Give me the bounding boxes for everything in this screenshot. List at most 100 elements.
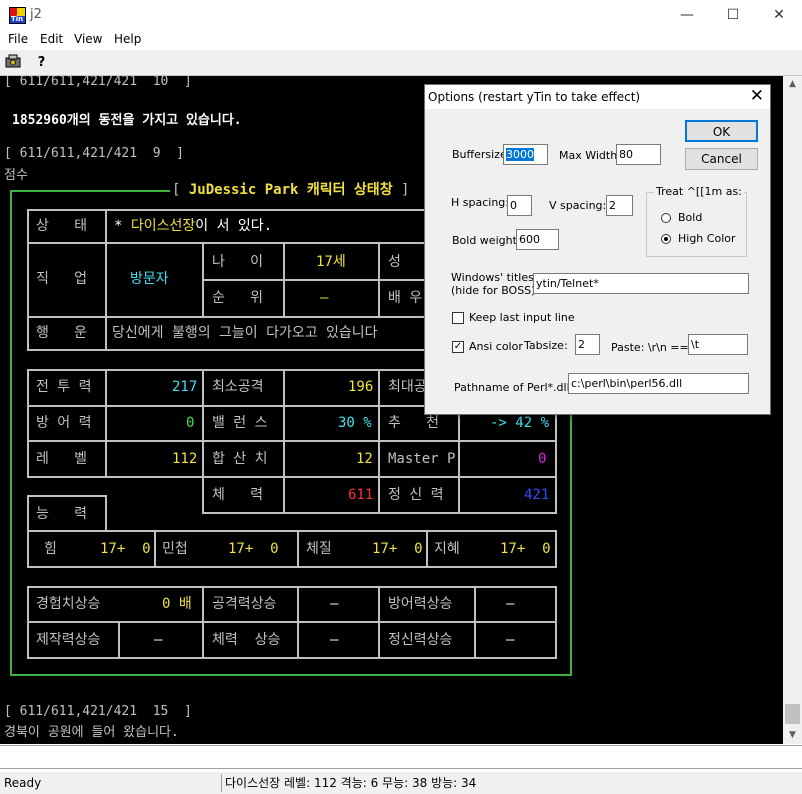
ytin-icon: Tin [9, 7, 26, 24]
def-up-value: — [506, 596, 515, 612]
cancel-button[interactable]: Cancel [685, 148, 758, 170]
recommend-label: 추 천 [388, 415, 440, 431]
buffersize-input[interactable]: 3000 [503, 144, 548, 165]
luck-value: 당신에게 불행의 그늘이 다가오고 있습니다 [112, 325, 378, 341]
exp-up-value: 0 배 [162, 596, 192, 612]
score-line: 점수 [4, 168, 28, 183]
perl-path-label: Pathname of Perl*.dll: [454, 381, 574, 394]
prompt-line: [ 611/611,421/421 9 ] [4, 146, 185, 161]
buffersize-label: Buffersize [452, 148, 507, 161]
menu-edit[interactable]: Edit [40, 32, 63, 46]
dialog-title: Options (restart yTin to take effect) [428, 90, 641, 104]
tabsize-label: Tabsize: [524, 339, 568, 352]
wis-value: 17+ 0 [500, 541, 551, 557]
job-value: 방문자 [130, 271, 169, 287]
close-window-button[interactable]: ✕ [756, 0, 802, 30]
str-value: 17+ 0 [100, 541, 151, 557]
status-window-title: [ JuDessic Park 캐릭터 상태창 ] [172, 182, 410, 198]
atk-up-label: 공격력상승 [212, 596, 277, 612]
options-icon[interactable] [3, 53, 22, 72]
keep-last-checkbox[interactable] [452, 312, 464, 324]
mp-value: 421 [524, 487, 550, 503]
boldweight-label: Bold weight: [452, 234, 521, 247]
minimize-button[interactable]: — [664, 0, 710, 30]
combat-label: 전 투 력 [36, 379, 92, 395]
menu-help[interactable]: Help [114, 32, 141, 46]
bold-radio[interactable] [661, 213, 671, 223]
maxwidth-input[interactable]: 80 [616, 144, 661, 165]
dialog-close-icon[interactable]: ✕ [750, 86, 764, 106]
wintitles-label: Windows' titles: (hide for BOSS) [451, 271, 538, 297]
defense-label: 방 어 력 [36, 415, 92, 431]
hspacing-label: H spacing: [451, 196, 509, 209]
prompt-line: [ 611/611,421/421 15 ] [4, 704, 192, 719]
highcolor-radio[interactable] [661, 234, 671, 244]
maxwidth-label: Max Width [559, 149, 618, 162]
message-line: 경북이 공원에 들어 왔습니다. [4, 725, 179, 740]
paste-input[interactable]: \t [688, 334, 748, 355]
def-up-label: 방어력상승 [388, 596, 453, 612]
wintitles-input[interactable]: ytin/Telnet* [533, 273, 749, 294]
recommend-value: -> 42 % [490, 415, 550, 431]
perl-path-input[interactable]: c:\perl\bin\perl56.dll [568, 373, 749, 394]
exp-up-label: 경험치상승 [36, 596, 101, 612]
ability-label: 능 력 [36, 506, 88, 522]
status-bar: Ready 다이스선장 레벨: 112 격능: 6 무능: 38 방능: 34 [0, 772, 802, 794]
ok-button[interactable]: OK [685, 120, 758, 142]
money-line: 1852960개의 동전을 가지고 있습니다. [12, 113, 242, 128]
command-input[interactable] [0, 745, 802, 769]
status-value: * 다이스선장이 서 있다. [114, 218, 273, 234]
hp-up-value: — [330, 632, 339, 648]
highcolor-option-label: High Color [678, 232, 736, 245]
max-attack-label: 최대공 [388, 379, 427, 395]
tabsize-input[interactable]: 2 [575, 334, 600, 355]
help-icon[interactable]: ? [32, 53, 51, 72]
rank-label: 순 위 [212, 290, 264, 306]
maximize-button[interactable]: ☐ [710, 0, 756, 30]
min-attack-value: 196 [348, 379, 374, 395]
craft-up-label: 제작력상승 [36, 632, 101, 648]
job-label: 직 업 [36, 271, 88, 287]
age-value: 17세 [316, 254, 346, 270]
keep-last-label: Keep last input line [469, 311, 575, 324]
total-label: 합 산 치 [212, 451, 268, 467]
dex-label: 민첩 [162, 541, 188, 557]
rank-value: — [320, 290, 329, 306]
str-label: 힘 [44, 541, 57, 557]
status-info: 다이스선장 레벨: 112 격능: 6 무능: 38 방능: 34 [225, 776, 477, 790]
dex-value: 17+ 0 [228, 541, 279, 557]
con-label: 체질 [306, 541, 332, 557]
combat-value: 217 [172, 379, 198, 395]
ansi-color-label: Ansi color [469, 340, 523, 353]
dialog-title-bar: Options (restart yTin to take effect) ✕ [425, 85, 770, 109]
scroll-up-icon[interactable]: ▲ [783, 76, 802, 93]
level-label: 레 벨 [36, 451, 88, 467]
vspacing-input[interactable]: 2 [606, 195, 633, 216]
title-bar: Tin j2 — ☐ ✕ [0, 0, 802, 30]
con-value: 17+ 0 [372, 541, 423, 557]
boldweight-input[interactable]: 600 [516, 229, 559, 250]
wis-label: 지혜 [434, 541, 460, 557]
atk-up-value: — [330, 596, 339, 612]
toolbar: ? [0, 50, 802, 76]
menu-bar: File Edit View Help [0, 30, 802, 50]
min-attack-label: 최소공격 [212, 379, 264, 395]
menu-file[interactable]: File [8, 32, 28, 46]
status-ready: Ready [4, 776, 42, 790]
master-label: Master P [388, 451, 456, 467]
craft-up-value: — [154, 632, 163, 648]
window-title: j2 [30, 7, 42, 22]
hspacing-input[interactable]: 0 [507, 195, 532, 216]
scroll-down-icon[interactable]: ▼ [783, 727, 802, 744]
menu-view[interactable]: View [74, 32, 102, 46]
sex-label: 성 [388, 254, 401, 270]
options-dialog: Options (restart yTin to take effect) ✕ … [424, 84, 771, 415]
balance-label: 밸 런 스 [212, 415, 268, 431]
scrollbar-thumb[interactable] [785, 704, 800, 724]
vspacing-label: V spacing: [549, 199, 607, 212]
prompt-line: [ 611/611,421/421 10 ] [4, 76, 192, 89]
luck-label: 행 운 [36, 325, 88, 341]
hp-up-label: 체력 상승 [212, 632, 281, 648]
vertical-scrollbar[interactable]: ▲ ▼ [783, 76, 802, 744]
ansi-color-checkbox[interactable]: ✓ [452, 341, 464, 353]
